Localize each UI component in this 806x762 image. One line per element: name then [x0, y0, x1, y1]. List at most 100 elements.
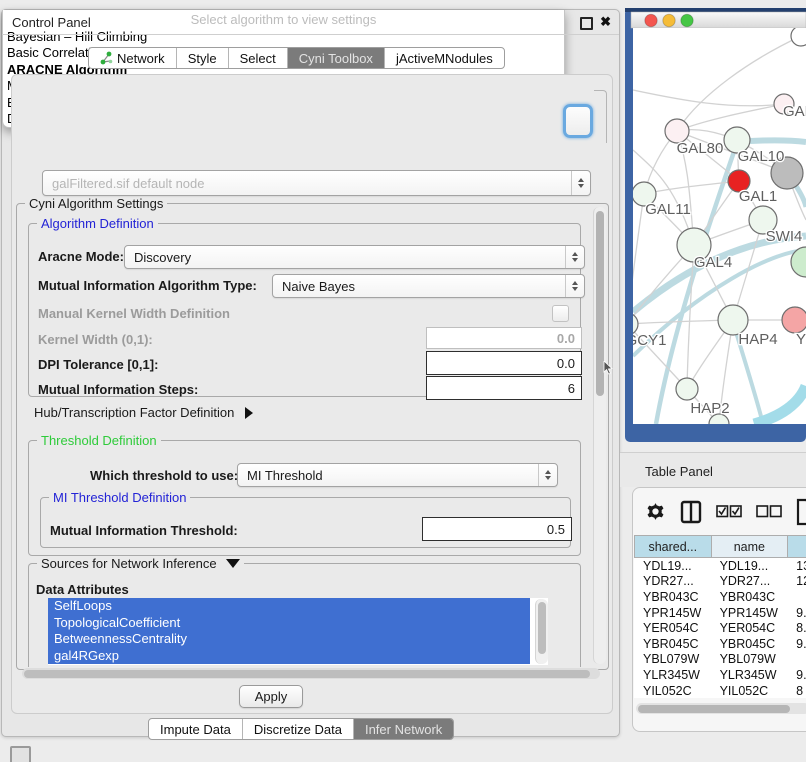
mi-threshold-field[interactable]: 0.5 [422, 517, 572, 541]
node-table: shared...name YDL19...YDL19...13YDR27...… [634, 535, 806, 698]
bottom-tabs: Impute Data Discretize Data Infer Network [148, 718, 454, 740]
close-icon[interactable]: ✖ [600, 14, 611, 30]
table-row[interactable]: YBR045CYBR045C9. [634, 636, 806, 652]
column-header[interactable]: shared... [634, 535, 711, 558]
manual-kernel-checkbox[interactable] [552, 305, 569, 322]
mi-algorithm-type-combo[interactable]: Naive Bayes [272, 274, 585, 298]
table-cell: 8 [787, 684, 806, 698]
tab-label: Infer Network [365, 722, 442, 737]
table-hscrollbar[interactable] [636, 703, 806, 714]
table-cell: 9. [787, 668, 806, 682]
cyni-algorithm-settings-title: Cyni Algorithm Settings [25, 196, 167, 211]
table-toolbar [633, 488, 806, 535]
column-header[interactable] [787, 535, 806, 558]
network-node-hap2[interactable] [676, 378, 698, 400]
network-node[interactable] [791, 26, 806, 46]
float-window-icon[interactable] [580, 17, 593, 30]
table-cell: YER054C [634, 621, 711, 635]
network-collection-value: galFiltered.sif default node [52, 176, 204, 191]
network-canvas [633, 28, 806, 424]
tab-select[interactable]: Select [229, 48, 288, 68]
table-cell: 8. [787, 621, 806, 635]
mi-algorithm-type-label: Mutual Information Algorithm Type: [38, 278, 257, 293]
dpi-tolerance-field[interactable]: 0.0 [426, 351, 582, 375]
tab-label: Network [117, 51, 165, 66]
column-header[interactable]: name [711, 535, 788, 558]
docked-panel-icon[interactable] [10, 746, 31, 762]
sources-group-title[interactable]: Sources for Network Inference [37, 556, 244, 571]
tab-cyni-toolbox[interactable]: Cyni Toolbox [288, 48, 385, 68]
settings-scrollbar[interactable] [593, 207, 606, 664]
settings-hscrollbar[interactable] [22, 668, 600, 679]
deselect-all-checkboxes-icon[interactable] [756, 505, 782, 518]
apply-button[interactable]: Apply [239, 685, 303, 708]
data-attribute-item[interactable]: TopologicalCoefficient [48, 615, 530, 632]
tab-infer-network[interactable]: Infer Network [354, 719, 453, 739]
tab-network[interactable]: Network [89, 48, 177, 68]
table-row[interactable]: YER054CYER054C8. [634, 620, 806, 636]
node-label: HAP2 [690, 400, 729, 417]
aracne-mode-label: Aracne Mode: [38, 249, 124, 264]
tab-style[interactable]: Style [177, 48, 229, 68]
data-attribute-item[interactable]: gal4RGexp [48, 648, 530, 665]
network-view-window[interactable]: GAL80GALGAL10GAL1GAL11SWI4GAL4GCY1HAP4YH… [625, 8, 806, 442]
table-cell: 9. [787, 606, 806, 620]
table-cell: YLR345W [634, 668, 711, 682]
node-label: SWI4 [766, 228, 803, 245]
close-traffic-light[interactable] [645, 14, 657, 26]
mi-threshold-label: Mutual Information Threshold: [50, 523, 238, 538]
gear-icon[interactable] [645, 501, 666, 522]
expand-right-icon [245, 407, 253, 419]
table-row[interactable]: YLR345WYLR345W9. [634, 667, 806, 683]
table-cell: YBL079W [711, 652, 788, 666]
network-node-y[interactable] [782, 307, 806, 333]
mi-steps-field[interactable]: 6 [426, 376, 582, 400]
mi-algorithm-type-value: Naive Bayes [282, 279, 355, 294]
screen: Control Panel ✖ Network Style Select Cyni T… [0, 0, 806, 762]
table-cell: YPR145W [711, 606, 788, 620]
tab-label: Cyni Toolbox [299, 51, 373, 66]
attr-list-scrollbar[interactable] [535, 599, 548, 664]
aracne-mode-combo[interactable]: Discovery [124, 245, 585, 269]
tab-label: Impute Data [160, 722, 231, 737]
network-collection-combo[interactable]: galFiltered.sif default node [42, 170, 591, 196]
tab-impute-data[interactable]: Impute Data [149, 719, 243, 739]
table-row[interactable]: YBL079WYBL079W [634, 652, 806, 668]
data-attribute-item[interactable]: SelfLoops [48, 598, 530, 615]
aracne-mode-value: Discovery [134, 250, 191, 265]
mouse-cursor [603, 361, 615, 375]
table-row[interactable]: YDL19...YDL19...13 [634, 558, 806, 574]
data-attributes-list[interactable]: SelfLoopsTopologicalCoefficientBetweenne… [48, 598, 548, 665]
table-cell: YIL052C [634, 684, 711, 698]
node-label: GAL11 [645, 201, 691, 218]
tab-label: Style [188, 51, 217, 66]
select-all-checkboxes-icon[interactable] [716, 505, 742, 518]
table-row[interactable]: YPR145WYPR145W9. [634, 605, 806, 621]
columns-icon[interactable] [680, 500, 702, 524]
data-attribute-item[interactable]: BetweennessCentrality [48, 631, 530, 648]
table-row[interactable]: YDR27...YDR27...12 [634, 574, 806, 590]
kernel-width-field[interactable]: 0.0 [426, 327, 582, 349]
new-table-icon[interactable] [796, 498, 806, 526]
node-label: GAL1 [739, 188, 777, 205]
table-cell: YBL079W [634, 652, 711, 666]
table-row[interactable]: YBR043CYBR043C [634, 589, 806, 605]
table-cell: 12 [787, 574, 806, 588]
zoom-traffic-light[interactable] [681, 14, 693, 26]
data-attributes-label: Data Attributes [36, 582, 129, 597]
group-edge-fragment [594, 90, 607, 143]
hub-definition-toggle[interactable]: Hub/Transcription Factor Definition [34, 405, 253, 420]
traffic-light-buttons [645, 14, 693, 26]
control-panel-title: Control Panel [12, 15, 91, 30]
control-panel-titlebar[interactable]: Control Panel ✖ [2, 10, 619, 35]
tab-jactivemnodules[interactable]: jActiveMNodules [385, 48, 504, 68]
combo-spinner-icon [571, 171, 590, 195]
which-threshold-combo[interactable]: MI Threshold [237, 463, 558, 487]
which-threshold-value: MI Threshold [247, 468, 323, 483]
minimize-traffic-light[interactable] [663, 14, 675, 26]
manual-kernel-label: Manual Kernel Width Definition [38, 306, 230, 321]
tab-discretize-data[interactable]: Discretize Data [243, 719, 354, 739]
combo-spinner-icon [538, 464, 557, 486]
algorithm-combo-arrow[interactable] [563, 104, 593, 138]
table-row[interactable]: YIL052CYIL052C8 [634, 683, 806, 699]
